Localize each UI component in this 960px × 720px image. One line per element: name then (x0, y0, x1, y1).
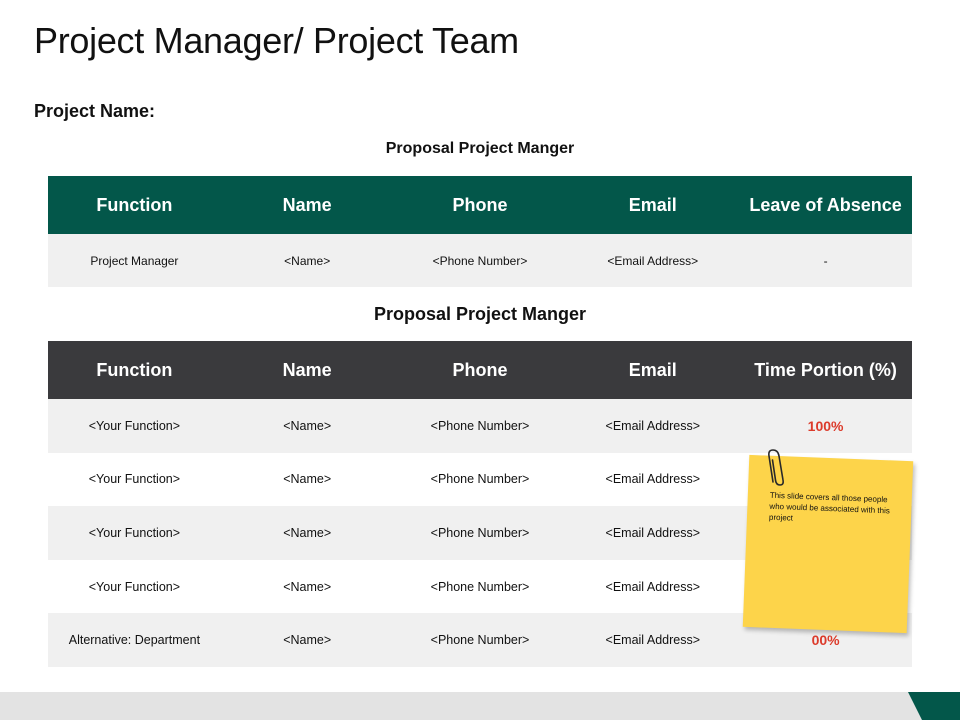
header-time-portion: Time Portion (%) (754, 359, 897, 380)
header-function: Function (96, 194, 173, 215)
cell-email: <Email Address> (605, 579, 701, 594)
cell-phone: <Phone Number> (430, 472, 530, 487)
sticky-note-text: This slide covers all those people who w… (768, 490, 891, 523)
section1-title: Proposal Project Manger (385, 140, 575, 157)
footer-bar (0, 692, 960, 720)
header-email: Email (628, 194, 677, 215)
cell-function: Project Manager (90, 253, 179, 268)
cell-time-portion: 00% (811, 632, 840, 649)
cell-email: <Email Address> (605, 633, 701, 648)
cell-leave: - (823, 253, 828, 268)
cell-email: <Email Address> (605, 472, 701, 487)
cell-function: <Your Function> (88, 472, 181, 487)
manager-table: Function Name Phone Email Leave of Absen… (48, 176, 912, 287)
header-name: Name (282, 359, 332, 380)
table-row: <Your Function> <Name> <Phone Number> <E… (48, 399, 912, 453)
header-leave-of-absence: Leave of Absence (749, 194, 902, 215)
cell-name: <Name> (284, 253, 331, 268)
cell-function: <Your Function> (88, 525, 181, 540)
cell-phone: <Phone Number> (432, 253, 528, 268)
cell-email: <Email Address> (607, 253, 699, 268)
cell-phone: <Phone Number> (430, 579, 530, 594)
cell-email: <Email Address> (605, 525, 701, 540)
cell-name: <Name> (283, 579, 332, 594)
cell-name: <Name> (283, 472, 332, 487)
header-phone: Phone (452, 359, 508, 380)
cell-name: <Name> (283, 633, 332, 648)
header-function: Function (96, 359, 173, 380)
cell-function: <Your Function> (88, 579, 181, 594)
header-phone: Phone (452, 194, 508, 215)
slide-title: Project Manager/ Project Team (34, 20, 519, 61)
cell-name: <Name> (283, 525, 332, 540)
cell-phone: <Phone Number> (430, 525, 530, 540)
manager-table-header: Function Name Phone Email Leave of Absen… (48, 176, 912, 234)
cell-function: Alternative: Department (68, 633, 201, 648)
footer-accent (908, 692, 960, 720)
cell-function: <Your Function> (88, 418, 181, 433)
cell-name: <Name> (283, 418, 332, 433)
table-row: Project Manager <Name> <Phone Number> <E… (48, 234, 912, 287)
cell-email: <Email Address> (605, 418, 701, 433)
cell-phone: <Phone Number> (430, 418, 530, 433)
section2-title: Proposal Project Manger (373, 304, 587, 324)
paperclip-icon (768, 449, 784, 486)
team-table-header: Function Name Phone Email Time Portion (… (48, 341, 912, 399)
cell-time-portion: 100% (807, 417, 844, 434)
project-name-label: Project Name: (34, 101, 156, 121)
header-name: Name (282, 194, 332, 215)
header-email: Email (628, 359, 677, 380)
cell-phone: <Phone Number> (430, 633, 530, 648)
